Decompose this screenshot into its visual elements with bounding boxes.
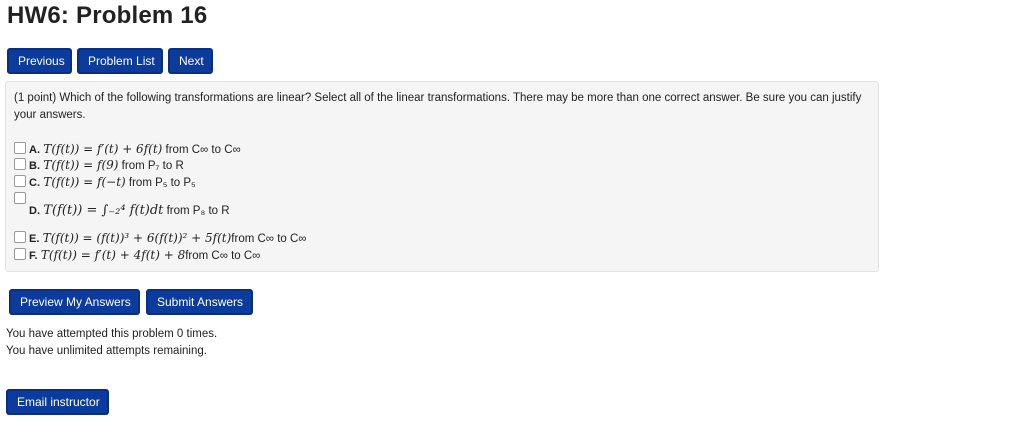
- option-a-expression: T(f(t)) = f′(t) + 6f(t): [43, 142, 163, 156]
- option-e-label: E.: [29, 233, 40, 245]
- option-d-label: D.: [29, 205, 40, 217]
- option-f-checkbox[interactable]: [14, 248, 26, 260]
- previous-button[interactable]: Previous: [7, 48, 72, 74]
- problem-panel: (1 point) Which of the following transfo…: [5, 81, 879, 272]
- option-b-label: B.: [29, 160, 40, 172]
- option-e-checkbox[interactable]: [14, 231, 26, 243]
- remaining-attempts-text: You have unlimited attempts remaining.: [6, 345, 207, 357]
- option-a-checkbox[interactable]: [14, 142, 26, 154]
- option-d-checkbox[interactable]: [14, 192, 26, 204]
- option-d-expression: T(f(t)) = ∫₋₂⁴ f(t)dt: [43, 203, 164, 218]
- option-c-suffix: from P₅ to P₅: [125, 177, 196, 189]
- option-d-suffix: from P₈ to R: [163, 205, 230, 217]
- next-button[interactable]: Next: [168, 48, 213, 74]
- option-c-checkbox[interactable]: [14, 175, 26, 187]
- option-b-checkbox[interactable]: [14, 158, 26, 170]
- option-a-suffix: from C∞ to C∞: [162, 144, 241, 156]
- problem-list-button[interactable]: Problem List: [77, 48, 163, 74]
- option-c-label: C.: [29, 177, 40, 189]
- problem-question: (1 point) Which of the following transfo…: [14, 92, 862, 121]
- email-instructor-button[interactable]: Email instructor: [6, 389, 109, 415]
- option-b-expression: T(f(t)) = f(9): [43, 158, 119, 172]
- option-f-expression: T(f(t)) = f′(t) + 4f(t) + 8: [40, 248, 186, 262]
- option-f-label: F.: [29, 250, 38, 262]
- option-c-expression: T(f(t)) = f(−t): [43, 175, 126, 189]
- option-a-label: A.: [29, 144, 40, 156]
- attempts-text: You have attempted this problem 0 times.: [6, 328, 218, 340]
- page-title: HW6: Problem 16: [7, 2, 208, 29]
- option-e: E. T(f(t)) = (f(t))³ + 6(f(t))² + 5f(t)f…: [14, 231, 306, 245]
- option-a: A. T(f(t)) = f′(t) + 6f(t) from C∞ to C∞: [14, 142, 241, 156]
- option-f: F. T(f(t)) = f′(t) + 4f(t) + 8from C∞ to…: [14, 248, 260, 262]
- option-e-expression: T(f(t)) = (f(t))³ + 6(f(t))² + 5f(t): [42, 231, 232, 245]
- option-e-suffix: from C∞ to C∞: [231, 233, 307, 245]
- option-b-suffix: from P₇ to R: [118, 160, 184, 172]
- preview-answers-button[interactable]: Preview My Answers: [9, 289, 140, 315]
- submit-answers-button[interactable]: Submit Answers: [146, 289, 253, 315]
- option-c: C. T(f(t)) = f(−t) from P₅ to P₅: [14, 175, 196, 189]
- option-f-suffix: from C∞ to C∞: [185, 250, 261, 262]
- option-b: B. T(f(t)) = f(9) from P₇ to R: [14, 158, 184, 172]
- option-d: D. T(f(t)) = ∫₋₂⁴ f(t)dt from P₈ to R: [14, 192, 230, 218]
